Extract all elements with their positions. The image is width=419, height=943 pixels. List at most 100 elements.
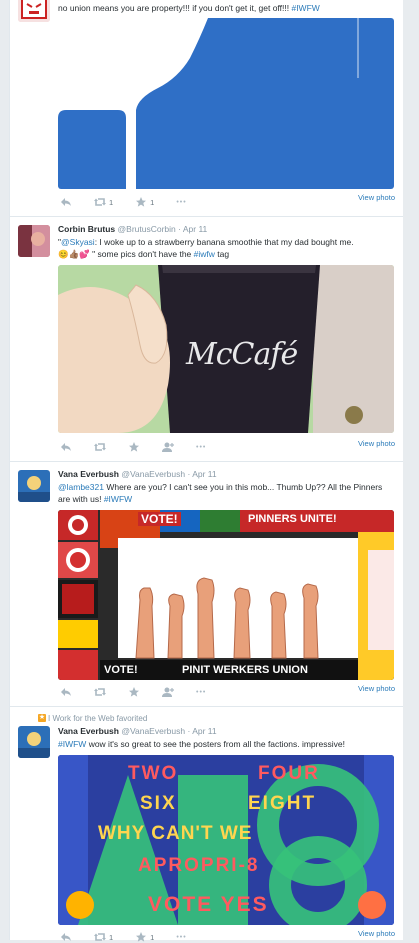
more-icon: ••• (196, 688, 207, 696)
star-icon (129, 442, 139, 452)
separator-dot: · (178, 224, 181, 234)
poster-text-four: FOUR (258, 763, 320, 784)
tweet-text-body: tag (214, 249, 230, 259)
more-button[interactable]: ••• (196, 444, 206, 451)
tweet[interactable]: no union means you are property!!! if yo… (10, 0, 403, 217)
favorite-context-icon: ★ (38, 714, 46, 722)
retweet-button[interactable]: 1 (94, 932, 113, 942)
reply-icon (61, 198, 71, 206)
retweet-count: 1 (109, 932, 114, 942)
tweet-text-body: wow it's so great to see the posters fro… (86, 739, 345, 749)
retweet-button[interactable] (94, 442, 106, 452)
star-icon (136, 197, 147, 207)
tweet-photo[interactable]: McCafé (58, 265, 394, 433)
timeline-stream: no union means you are property!!! if yo… (9, 0, 403, 942)
tweet[interactable]: Corbin Brutus @BrutusCorbin · Apr 11 "@S… (10, 217, 403, 462)
follow-button[interactable] (162, 442, 174, 452)
more-button[interactable]: ••• (176, 934, 186, 941)
poster-text-apropri: APROPRI-8 (138, 855, 260, 876)
tweet-header: Vana Everbush @VanaEverbush · Apr 11 (58, 469, 217, 479)
hashtag-link[interactable]: #IWFW (104, 494, 132, 504)
mention-link[interactable]: @lambe321 (58, 482, 104, 492)
poster-text-vote: VOTE! (138, 512, 181, 526)
view-photo-link[interactable]: View photo (358, 684, 395, 693)
author-handle[interactable]: @BrutusCorbin (118, 224, 176, 234)
avatar[interactable] (18, 0, 50, 22)
avatar[interactable] (18, 225, 50, 257)
tweet-timestamp[interactable]: Apr 11 (192, 469, 216, 479)
poster-text-why: WHY CAN'T WE (98, 823, 253, 844)
separator-dot: · (187, 469, 191, 479)
favorite-button[interactable] (128, 442, 140, 452)
tweet-timestamp[interactable]: Apr 11 (183, 224, 207, 234)
retweet-icon (94, 688, 106, 696)
reply-icon (61, 933, 71, 941)
tweet-photo[interactable] (58, 18, 394, 189)
more-icon: ••• (176, 933, 187, 941)
tweet-actions: ••• (60, 441, 228, 453)
favorite-count: 1 (150, 932, 155, 942)
mccafe-logo-text: McCafé (186, 337, 298, 372)
tweet-actions: ••• (60, 686, 228, 698)
separator-dot: · (187, 726, 191, 736)
favorite-button[interactable] (128, 687, 140, 697)
poster-text-six: SIX (140, 793, 177, 814)
tweet-text: #IWFW wow it's so great to see the poste… (58, 738, 393, 750)
tweet-timestamp[interactable]: Apr 11 (192, 726, 216, 736)
more-icon: ••• (196, 443, 207, 451)
retweet-icon (94, 933, 106, 941)
tweet-photo[interactable]: TWO FOUR SIX EIGHT WHY CAN'T WE APROPRI-… (58, 755, 394, 925)
user-photo-icon (18, 470, 50, 502)
reply-button[interactable] (60, 442, 72, 452)
more-icon: ••• (176, 198, 187, 206)
author-name[interactable]: Vana Everbush (58, 469, 119, 479)
poster-collage-image (58, 510, 394, 680)
hashtag-link[interactable]: #IWFW (58, 739, 86, 749)
retweet-icon (94, 443, 106, 451)
author-name[interactable]: Corbin Brutus (58, 224, 115, 234)
author-handle[interactable]: @VanaEverbush (121, 469, 185, 479)
star-icon (129, 687, 139, 697)
tweet-text-body: " some pics don't have the (92, 249, 194, 259)
tweet-text-body: no union means you are property!!! if yo… (58, 3, 292, 13)
avatar[interactable] (18, 726, 50, 758)
more-button[interactable]: ••• (196, 689, 206, 696)
poster-text-vote-bottom: VOTE! (104, 664, 138, 676)
retweet-button[interactable]: 1 (94, 197, 113, 207)
emoji-text: 😊👍🏽💕 (58, 249, 90, 259)
tweet-header: Corbin Brutus @BrutusCorbin · Apr 11 (58, 224, 207, 234)
hashtag-link[interactable]: #iwfw (194, 249, 215, 259)
view-photo-link[interactable]: View photo (358, 193, 395, 202)
star-icon (136, 932, 147, 942)
tweet-header: Vana Everbush @VanaEverbush · Apr 11 (58, 726, 217, 736)
favorite-button[interactable]: 1 (135, 197, 154, 207)
poster-text-vote-yes: VOTE YES (148, 893, 269, 916)
view-photo-link[interactable]: View photo (358, 929, 395, 938)
follow-button[interactable] (162, 687, 174, 697)
reply-button[interactable] (60, 197, 72, 207)
favorite-count: 1 (150, 197, 155, 207)
tweet[interactable]: ★ I Work for the Web favorited Vana Ever… (10, 707, 403, 942)
retweet-button[interactable] (94, 687, 106, 697)
favorite-button[interactable]: 1 (135, 932, 154, 942)
tweet-text: @lambe321 Where are you? I can't see you… (58, 481, 393, 505)
more-button[interactable]: ••• (176, 199, 186, 206)
avatar[interactable] (18, 470, 50, 502)
tweet-photo[interactable]: VOTE! PINNERS UNITE! VOTE! PINIT WERKERS… (58, 510, 394, 680)
poster-text-union: PINIT WERKERS UNION (182, 664, 308, 676)
mention-link[interactable]: @Skyasi (61, 237, 95, 247)
tweet-text: "@Skyasi: I woke up to a strawberry bana… (58, 236, 393, 260)
retweet-count: 1 (109, 197, 114, 207)
poster-text-pinners-unite: PINNERS UNITE! (248, 513, 337, 525)
reply-button[interactable] (60, 687, 72, 697)
user-photo-icon (18, 225, 50, 257)
reply-button[interactable] (60, 932, 72, 942)
hashtag-link[interactable]: #IWFW (291, 3, 319, 13)
retweet-icon (94, 198, 106, 206)
favorite-context-text[interactable]: I Work for the Web favorited (48, 714, 147, 723)
view-photo-link[interactable]: View photo (358, 439, 395, 448)
author-name[interactable]: Vana Everbush (58, 726, 119, 736)
tweet[interactable]: Vana Everbush @VanaEverbush · Apr 11 @la… (10, 462, 403, 707)
author-handle[interactable]: @VanaEverbush (121, 726, 185, 736)
tweet-text: no union means you are property!!! if yo… (58, 2, 393, 14)
